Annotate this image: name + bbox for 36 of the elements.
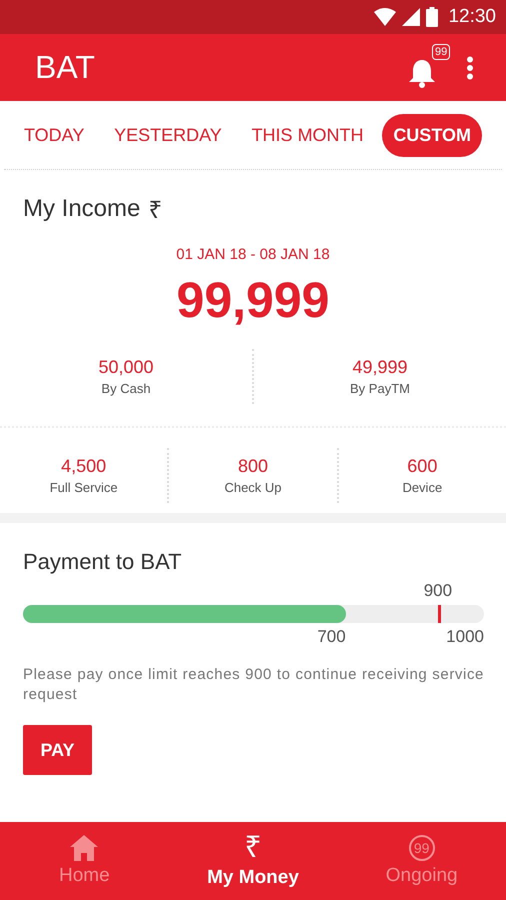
period-tab[interactable]: TODAY <box>24 114 96 156</box>
pay-button[interactable]: PAY <box>23 725 92 775</box>
amount-value: 800 <box>238 456 268 477</box>
amount-value: 4,500 <box>61 456 106 477</box>
amount-label: Device <box>402 480 442 495</box>
amount-value: 600 <box>407 456 438 477</box>
nav-item[interactable]: ₹ My Money <box>168 822 338 900</box>
period-tab[interactable]: THIS MONTH <box>240 114 375 156</box>
period-tab[interactable]: YESTERDAY <box>103 114 233 156</box>
amount-label: Full Service <box>50 480 118 495</box>
amount-value: 50,000 <box>98 357 154 378</box>
amount-label: By PayTM <box>350 381 410 396</box>
app-title: BAT <box>35 49 96 86</box>
section-title: Payment to BAT <box>23 549 183 575</box>
rupee-icon: ₹ <box>244 833 262 863</box>
rupee-symbol: ₹ <box>148 196 162 225</box>
amount-value: 49,999 <box>352 357 408 378</box>
period-tab[interactable]: CUSTOM <box>382 114 482 156</box>
max-label: 1000 <box>446 627 484 647</box>
status-time: 12:30 <box>448 6 496 28</box>
amount-label: Check Up <box>224 480 282 495</box>
more-icon[interactable] <box>466 56 474 80</box>
home-icon <box>70 835 98 861</box>
limit-label: 900 <box>424 581 452 601</box>
battery-icon <box>426 7 438 27</box>
current-label: 700 <box>317 627 346 647</box>
notification-badge: 99 <box>432 44 450 60</box>
signal-icon <box>402 8 420 26</box>
count-icon: 99 <box>408 835 435 861</box>
wifi-icon <box>374 8 396 26</box>
bell-icon[interactable] <box>408 58 436 88</box>
payment-note: Please pay once limit reaches 900 to continue receiving service request <box>23 665 484 705</box>
total-income: 99,999 <box>176 271 330 329</box>
section-title: My Income <box>23 194 140 222</box>
amount-label: By Cash <box>101 381 151 396</box>
date-range: 01 JAN 18 - 08 JAN 18 <box>176 246 330 263</box>
